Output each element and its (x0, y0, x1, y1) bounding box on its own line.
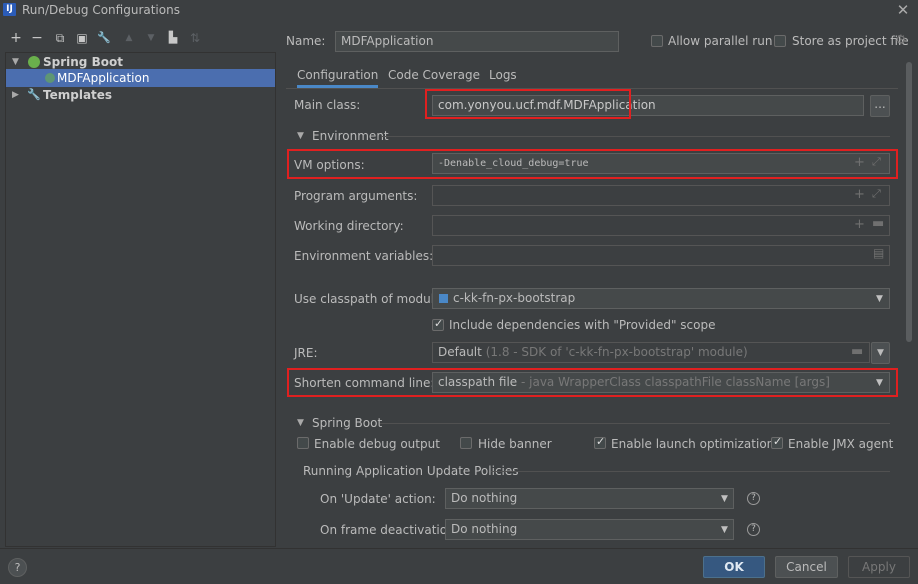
tree-item-label: MDFApplication (57, 71, 150, 85)
tab-configuration[interactable]: Configuration (297, 66, 379, 88)
plus-icon[interactable]: + (854, 187, 865, 202)
spring-boot-header: Spring Boot (312, 416, 383, 430)
jre-hint: (1.8 - SDK of 'c-kk-fn-px-bootstrap' mod… (485, 345, 748, 359)
jmx-agent-label: Enable JMX agent (788, 437, 894, 451)
remove-icon[interactable]: − (29, 29, 45, 47)
shorten-highlight (287, 368, 898, 397)
wrench-icon[interactable]: 🔧 (96, 29, 112, 47)
ok-button[interactable]: OK (703, 556, 765, 578)
browse-button[interactable]: ... (870, 95, 890, 117)
jre-label: JRE: (294, 346, 318, 360)
store-project-label: Store as project file (792, 34, 909, 48)
chevron-right-icon[interactable]: ▶ (12, 86, 19, 104)
allow-parallel-label: Allow parallel run (668, 34, 773, 48)
classpath-module-select[interactable]: c-kk-fn-px-bootstrap (432, 288, 890, 309)
jre-select[interactable]: Default (1.8 - SDK of 'c-kk-fn-px-bootst… (432, 342, 870, 363)
scrollbar-thumb[interactable] (906, 62, 912, 342)
on-update-select[interactable]: Do nothing (445, 488, 734, 509)
title-bar: IJ Run/Debug Configurations ✕ (0, 0, 918, 22)
sort-icon[interactable]: ⇅ (187, 29, 203, 47)
close-icon[interactable]: ✕ (895, 1, 911, 19)
name-label: Name: (286, 34, 326, 48)
footer-divider (0, 548, 918, 549)
templates-label: Templates (43, 88, 113, 102)
jre-value: Default (438, 345, 482, 359)
on-update-label: On 'Update' action: (320, 492, 436, 506)
spring-app-icon (45, 73, 55, 83)
policies-divider (491, 471, 890, 472)
tab-code-coverage[interactable]: Code Coverage (388, 66, 480, 88)
policies-header: Running Application Update Policies (303, 464, 519, 478)
on-frame-select[interactable]: Do nothing (445, 519, 734, 540)
environment-divider (381, 136, 890, 137)
tree-item-mdfapplication[interactable]: MDFApplication (6, 69, 275, 87)
chevron-down-icon[interactable]: ▼ (721, 494, 728, 504)
include-deps-label: Include dependencies with "Provided" sco… (449, 318, 716, 332)
classpath-module-value: c-kk-fn-px-bootstrap (453, 291, 576, 305)
move-down-icon[interactable]: ▼ (143, 29, 159, 47)
env-vars-input[interactable] (432, 245, 890, 266)
tree-item-templates[interactable]: ▶ 🔧 Templates (6, 86, 275, 104)
module-icon (439, 294, 448, 303)
env-vars-label: Environment variables: (294, 249, 434, 263)
intellij-icon: IJ (3, 3, 16, 16)
cancel-button[interactable]: Cancel (775, 556, 838, 578)
name-input[interactable]: MDFApplication (335, 31, 619, 52)
wrench-icon: 🔧 (27, 88, 41, 101)
working-dir-label: Working directory: (294, 219, 404, 233)
launch-optimization-label: Enable launch optimization (611, 437, 775, 451)
allow-parallel-checkbox[interactable] (651, 35, 663, 47)
move-up-icon[interactable]: ▲ (121, 29, 137, 47)
program-args-label: Program arguments: (294, 189, 418, 203)
copy-icon[interactable]: ⧉ (52, 29, 68, 47)
folder-icon[interactable]: ▬ (872, 216, 884, 231)
folder-icon[interactable]: ▙ (165, 29, 181, 47)
chevron-down-icon[interactable]: ▼ (721, 525, 728, 535)
spring-boot-divider (380, 423, 890, 424)
chevron-down-icon[interactable]: ▼ (297, 418, 304, 428)
working-dir-input[interactable] (432, 215, 890, 236)
chevron-down-icon[interactable]: ▼ (876, 294, 883, 304)
classpath-module-label: Use classpath of module: (294, 292, 446, 306)
help-icon[interactable]: ? (747, 523, 760, 536)
program-args-input[interactable] (432, 185, 890, 206)
plus-icon[interactable]: + (854, 217, 865, 232)
enable-debug-checkbox[interactable] (297, 437, 309, 449)
spring-boot-icon (28, 56, 40, 68)
gear-icon[interactable]: ⚙ (895, 33, 907, 48)
tab-logs[interactable]: Logs (489, 66, 517, 88)
help-button[interactable]: ? (8, 558, 27, 577)
apply-button[interactable]: Apply (848, 556, 910, 578)
vm-options-highlight (287, 149, 898, 179)
enable-debug-label: Enable debug output (314, 437, 440, 451)
hide-banner-label: Hide banner (478, 437, 552, 451)
document-icon[interactable]: ▤ (873, 246, 884, 260)
hide-banner-checkbox[interactable] (460, 437, 472, 449)
folder-icon[interactable]: ▬ (851, 344, 863, 359)
save-icon[interactable]: ▣ (74, 29, 90, 47)
main-class-highlight (425, 89, 631, 119)
configuration-tree: ▼ Spring Boot MDFApplication ▶ 🔧 Templat… (5, 52, 276, 547)
expand-icon[interactable]: ⤢ (872, 187, 881, 201)
on-frame-label: On frame deactivation: (320, 523, 459, 537)
add-icon[interactable]: + (8, 29, 24, 47)
main-class-label: Main class: (294, 98, 361, 112)
environment-header: Environment (312, 129, 389, 143)
jre-dropdown-button[interactable]: ▼ (871, 342, 890, 364)
launch-optimization-checkbox[interactable] (594, 435, 606, 449)
include-deps-checkbox[interactable] (432, 317, 444, 331)
chevron-down-icon[interactable]: ▼ (297, 131, 304, 141)
jmx-agent-checkbox[interactable] (771, 435, 783, 449)
help-icon[interactable]: ? (747, 492, 760, 505)
window-title: Run/Debug Configurations (22, 3, 180, 17)
store-project-checkbox[interactable] (774, 35, 786, 47)
